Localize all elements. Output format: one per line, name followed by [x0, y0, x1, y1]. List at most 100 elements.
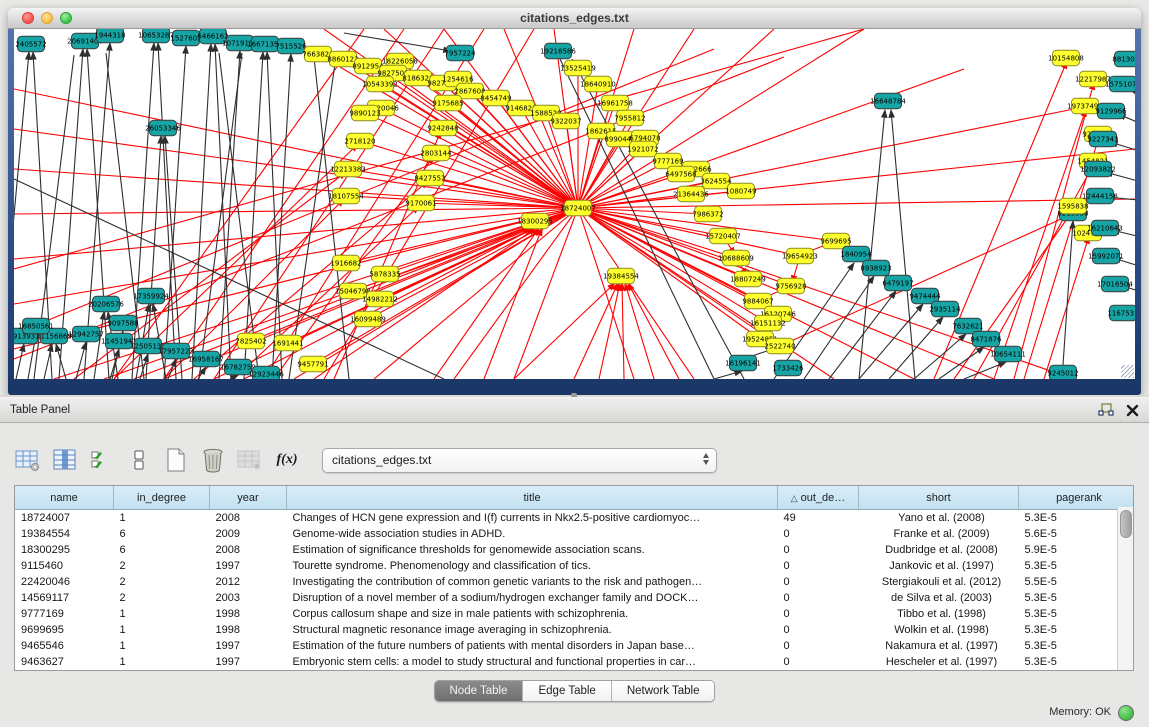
graph-node[interactable]: 10654111: [990, 346, 1026, 362]
table-scrollbar[interactable]: [1117, 507, 1133, 670]
row-boxes-icon[interactable]: [125, 446, 153, 474]
graph-node[interactable]: 1733426: [772, 360, 804, 376]
column-header-pagerank[interactable]: pagerank: [1019, 486, 1135, 510]
graph-node[interactable]: 9245012: [1047, 365, 1078, 379]
new-document-icon[interactable]: [162, 446, 190, 474]
graph-node[interactable]: 2405572: [15, 36, 46, 52]
tab-edge-table[interactable]: Edge Table: [523, 681, 611, 701]
graph-node[interactable]: 18300295: [517, 213, 553, 229]
graph-node[interactable]: 2522740: [764, 338, 795, 354]
graph-node[interactable]: 17359924: [133, 288, 169, 304]
graph-node[interactable]: 8471876: [970, 331, 1002, 347]
table-scrollbar-thumb[interactable]: [1120, 510, 1132, 538]
graph-node[interactable]: 12942757: [68, 326, 104, 342]
graph-node[interactable]: 21364436: [673, 186, 709, 202]
graph-node[interactable]: 9175685: [432, 95, 463, 111]
graph-node[interactable]: 16850561: [18, 318, 54, 334]
graph-node[interactable]: 18107554: [328, 188, 364, 204]
graph-node[interactable]: 8427552: [414, 170, 445, 186]
node-table-header[interactable]: namein_degreeyeartitle△out_de…shortpager…: [15, 486, 1134, 510]
graph-node[interactable]: 13525419: [560, 60, 596, 76]
table-selector-dropdown[interactable]: citations_edges.txt: [322, 448, 717, 473]
graph-node[interactable]: 9129966: [1095, 103, 1127, 119]
graph-node[interactable]: 16210643: [1087, 220, 1123, 236]
graph-node[interactable]: 10653287: [138, 29, 174, 43]
checklist-icon[interactable]: [88, 446, 116, 474]
graph-node[interactable]: 9457791: [297, 356, 328, 372]
table-settings-icon[interactable]: [14, 446, 42, 474]
graph-node[interactable]: 2935114: [929, 301, 961, 317]
graph-node[interactable]: 16958167: [188, 351, 224, 367]
table-row[interactable]: 911546021997Tourette syndrome. Phenomeno…: [15, 558, 1134, 574]
graph-node[interactable]: 6479197: [882, 275, 913, 291]
close-panel-icon[interactable]: [1126, 404, 1139, 417]
column-header-name[interactable]: name: [15, 486, 114, 510]
graph-node[interactable]: 12444158: [1082, 188, 1118, 204]
graph-node[interactable]: 16099489: [350, 311, 386, 327]
graph-node[interactable]: 9170061: [405, 195, 436, 211]
window-resize-grip[interactable]: [1121, 365, 1134, 378]
graph-node[interactable]: 9097588: [107, 315, 138, 331]
graph-node[interactable]: 2803144: [420, 145, 452, 161]
table-row[interactable]: 1872400712008Changes of HCN gene express…: [15, 510, 1134, 527]
graph-node[interactable]: 1916682: [330, 255, 361, 271]
table-row[interactable]: 2242004622012Investigating the contribut…: [15, 574, 1134, 590]
graph-node[interactable]: 16196141: [725, 355, 761, 371]
graph-node[interactable]: 7957224: [444, 45, 476, 61]
function-builder-icon[interactable]: f(x): [273, 446, 301, 474]
table-row[interactable]: 977716911998Corpus callosum shape and si…: [15, 606, 1134, 622]
graph-node[interactable]: 19654923: [782, 248, 818, 264]
column-header-out_de[interactable]: △out_de…: [778, 486, 859, 510]
graph-node[interactable]: 10543392: [362, 76, 398, 92]
graph-node[interactable]: 12923446: [248, 366, 284, 379]
graph-node[interactable]: 15992071: [1088, 248, 1124, 264]
graph-node[interactable]: 7825402: [235, 333, 266, 349]
network-window[interactable]: citations_edges.txt 24055722069140619443…: [8, 8, 1141, 395]
graph-node[interactable]: 9242848: [427, 120, 458, 136]
network-canvas[interactable]: 2405572206914061944318106532871527602646…: [14, 29, 1135, 379]
graph-node[interactable]: 14982212: [362, 291, 398, 307]
tab-node-table[interactable]: Node Table: [435, 681, 524, 701]
graph-node[interactable]: 7955812: [614, 110, 645, 126]
graph-node[interactable]: 1921072: [627, 141, 658, 157]
graph-node[interactable]: 9227343: [1087, 131, 1118, 147]
memory-status-indicator[interactable]: [1118, 705, 1134, 721]
column-header-year[interactable]: year: [210, 486, 287, 510]
graph-node[interactable]: 9322037: [550, 113, 581, 129]
table-row[interactable]: 946554611997Estimation of the future num…: [15, 638, 1134, 654]
graph-node[interactable]: 6497568: [665, 166, 696, 182]
graph-node[interactable]: 5878335: [369, 266, 400, 282]
graph-node[interactable]: 10154808: [1048, 50, 1084, 66]
graph-node[interactable]: 18807249: [730, 271, 766, 287]
graph-node[interactable]: 19218586: [540, 43, 576, 59]
graph-node[interactable]: 10688609: [718, 250, 754, 266]
graph-node[interactable]: 17016504: [1097, 276, 1133, 292]
graph-node[interactable]: 26053346: [145, 120, 181, 136]
graph-node[interactable]: 20206576: [88, 296, 124, 312]
graph-node[interactable]: 2718120: [344, 133, 375, 149]
graph-node[interactable]: 12213383: [330, 161, 366, 177]
table-row[interactable]: 969969511998Structural magnetic resonanc…: [15, 622, 1134, 638]
table-row[interactable]: 1938455462009Genome-wide association stu…: [15, 526, 1134, 542]
graph-node[interactable]: 1691441: [272, 335, 303, 351]
graph-node[interactable]: 1167531: [1107, 305, 1135, 321]
table-row[interactable]: 1830029562008Estimation of significance …: [15, 542, 1134, 558]
graph-node[interactable]: 1944318: [94, 29, 125, 43]
column-header-short[interactable]: short: [859, 486, 1019, 510]
graph-node[interactable]: 15751074: [1105, 76, 1135, 92]
graph-node[interactable]: 16648784: [870, 93, 906, 109]
graph-node[interactable]: 15720407: [705, 228, 741, 244]
column-header-in_degree[interactable]: in_degree: [114, 486, 210, 510]
graph-node[interactable]: 16151132: [750, 315, 786, 331]
graph-node[interactable]: 12093822: [1080, 161, 1116, 177]
graph-node[interactable]: 7986372: [692, 206, 723, 222]
graph-node[interactable]: 18724007: [560, 200, 596, 216]
delete-trash-icon[interactable]: [199, 446, 227, 474]
graph-node[interactable]: 1840954: [840, 246, 872, 262]
graph-node[interactable]: 1080749: [725, 183, 756, 199]
graph-node[interactable]: 9890123: [349, 105, 380, 121]
table-row[interactable]: 1456911722003Disruption of a novel membe…: [15, 590, 1134, 606]
graph-node[interactable]: 19384554: [603, 268, 639, 284]
column-header-title[interactable]: title: [287, 486, 778, 510]
graph-node[interactable]: 16961758: [597, 95, 633, 111]
